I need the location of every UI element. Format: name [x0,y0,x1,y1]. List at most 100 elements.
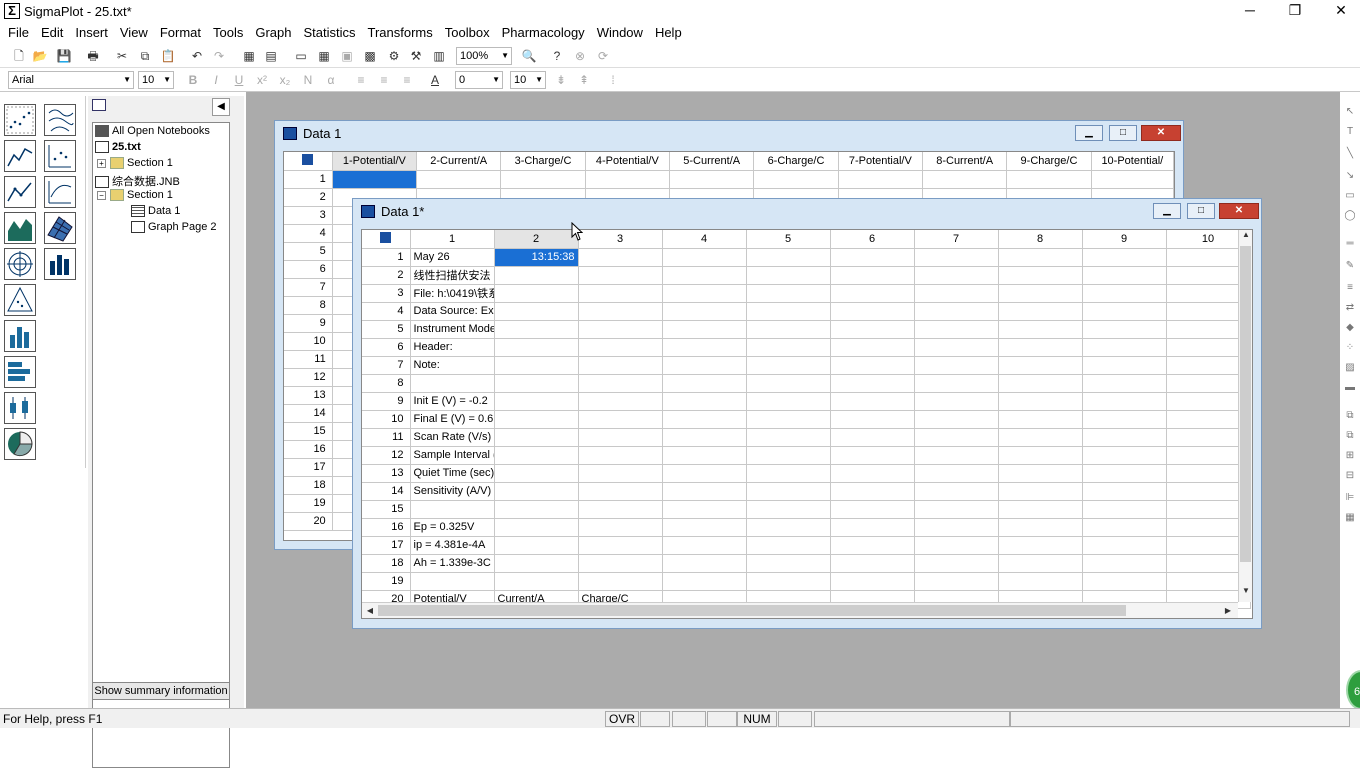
cell[interactable] [998,518,1083,537]
column-header[interactable]: 8-Current/A [922,152,1008,171]
row-header[interactable]: 16 [284,440,333,459]
line-style-icon[interactable]: ═ [1344,238,1356,250]
column-header[interactable]: 10-Potential/ [1091,152,1174,171]
cell[interactable] [578,338,663,357]
superscript-icon[interactable]: x² [253,71,271,89]
cell[interactable] [746,248,831,267]
cell[interactable] [830,554,915,573]
row-header[interactable]: 5 [284,242,333,261]
cell[interactable] [746,482,831,501]
cell[interactable] [1082,536,1167,555]
row-header[interactable]: 13 [284,386,333,405]
arrow-style-icon[interactable]: ⇄ [1344,302,1356,314]
cell[interactable] [662,410,747,429]
cell[interactable] [578,302,663,321]
cell[interactable] [1082,248,1167,267]
cell[interactable] [1082,518,1167,537]
cell[interactable] [1082,500,1167,519]
select-all-corner[interactable] [362,230,411,249]
column-header[interactable]: 1 [410,230,495,249]
cell[interactable] [494,500,579,519]
cell[interactable] [578,320,663,339]
cell[interactable] [494,518,579,537]
cell[interactable] [662,284,747,303]
cell[interactable] [662,392,747,411]
decrease-icon[interactable]: ⇟ [552,71,570,89]
column-header[interactable]: 5 [746,230,831,249]
row-header[interactable]: 14 [284,404,333,423]
cell[interactable] [494,572,579,591]
close-icon[interactable]: ✕ [1141,125,1181,141]
cell[interactable] [1082,554,1167,573]
grid-icon[interactable]: ▦ [1344,512,1356,524]
tree-all-notebooks[interactable]: All Open Notebooks [95,125,210,138]
row-header[interactable]: 12 [362,446,411,465]
cell[interactable] [914,428,999,447]
excel-icon[interactable]: ▩ [361,47,379,65]
scroll-down-icon[interactable]: ▼ [1238,586,1252,595]
cell[interactable] [1082,410,1167,429]
column-header[interactable]: 5-Current/A [669,152,755,171]
cell[interactable] [746,410,831,429]
align-center-icon[interactable]: ≡ [375,71,393,89]
cell[interactable] [494,410,579,429]
cell[interactable] [914,464,999,483]
select-all-corner[interactable] [284,152,333,171]
row-header[interactable]: 1 [284,170,333,189]
minimize-icon[interactable]: ─ [1240,2,1260,18]
show-summary-button[interactable]: Show summary information [92,682,230,700]
cell[interactable] [578,392,663,411]
cell[interactable] [914,518,999,537]
column-header[interactable]: 2-Current/A [416,152,502,171]
zoom-combo[interactable]: 100% ▼ [456,47,512,65]
cell[interactable] [1082,392,1167,411]
cell[interactable] [662,266,747,285]
contour-plot-icon[interactable] [44,104,76,136]
cell[interactable] [1082,572,1167,591]
column-header[interactable]: 3 [578,230,663,249]
row-header[interactable]: 16 [362,518,411,537]
notebook-icon[interactable]: ▤ [262,47,280,65]
cell[interactable] [494,302,579,321]
cell[interactable] [830,518,915,537]
cell[interactable] [998,536,1083,555]
cell[interactable] [914,482,999,501]
column-header[interactable]: 3-Charge/C [500,152,586,171]
cell[interactable] [416,170,502,189]
cell[interactable] [662,428,747,447]
zoom-icon[interactable]: 🔍 [520,47,538,65]
cell[interactable]: May 26 [410,248,495,267]
cell[interactable] [830,356,915,375]
row-header[interactable]: 15 [362,500,411,519]
cell[interactable] [998,266,1083,285]
column-header[interactable]: 6-Charge/C [753,152,839,171]
cell[interactable]: Scan Rate (V/s) [410,428,495,447]
open-icon[interactable]: 📂 [31,47,49,65]
select-arrow-icon[interactable]: ↖ [1344,106,1356,118]
row-header[interactable]: 2 [362,266,411,285]
cell[interactable] [410,572,495,591]
cell[interactable] [830,428,915,447]
menu-insert[interactable]: Insert [69,25,114,40]
cell[interactable] [914,536,999,555]
cell[interactable] [998,302,1083,321]
bring-front-icon[interactable]: ⧉ [1344,410,1356,422]
grid-view-icon[interactable]: ▦ [315,47,333,65]
row-header[interactable]: 7 [362,356,411,375]
cell[interactable]: Ep = 0.325V [410,518,495,537]
cell[interactable] [998,374,1083,393]
cell[interactable] [494,536,579,555]
cell[interactable] [578,464,663,483]
column-header[interactable]: 9 [1082,230,1167,249]
scroll-thumb[interactable] [378,605,1126,616]
row-header[interactable]: 8 [362,374,411,393]
tree-notebook-25txt[interactable]: 25.txt [95,141,141,154]
cell[interactable] [998,284,1083,303]
column-header[interactable]: 7-Potential/V [838,152,923,171]
area-plot-icon[interactable] [4,212,36,244]
cell[interactable] [914,248,999,267]
cell[interactable] [746,302,831,321]
cell[interactable] [746,392,831,411]
align-right-icon[interactable]: ≡ [398,71,416,89]
worksheet-icon[interactable]: ▦ [240,47,258,65]
